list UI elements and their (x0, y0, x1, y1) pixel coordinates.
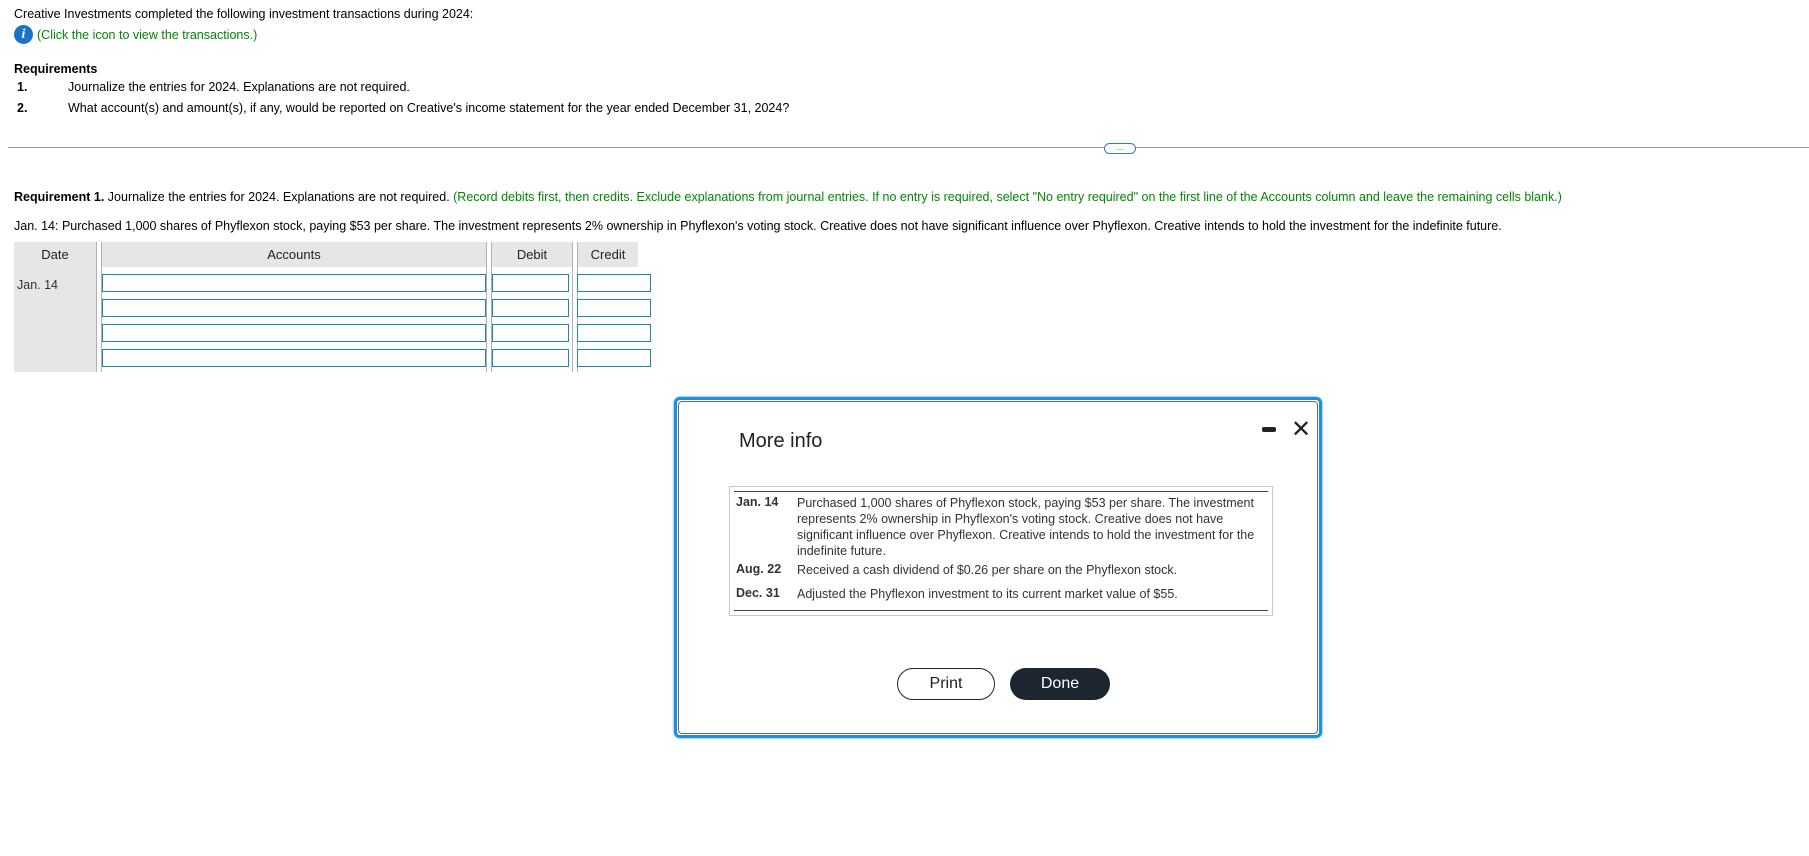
debit-input-4[interactable] (492, 349, 569, 367)
debit-input-1[interactable] (492, 274, 569, 292)
requirement-1-instructions: Requirement 1. Journalize the entries fo… (14, 190, 1562, 204)
account-input-3[interactable] (102, 324, 486, 342)
info-icon[interactable]: i (14, 25, 33, 44)
dialog-frame: More info ✕ Jan. 14 Purchased 1,000 shar… (678, 401, 1318, 734)
requirement-text-2: What account(s) and amount(s), if any, w… (68, 101, 790, 115)
done-button[interactable]: Done (1010, 668, 1110, 700)
transaction-date-2: Aug. 22 (736, 562, 782, 576)
requirement-1-hint: (Record debits first, then credits. Excl… (453, 190, 1562, 204)
credit-input-3[interactable] (577, 324, 651, 342)
section-divider (8, 147, 1809, 148)
transactions-table: Jan. 14 Purchased 1,000 shares of Phyfle… (729, 486, 1273, 616)
transaction-date-1: Jan. 14 (736, 495, 779, 509)
journal-entry-table: Date Accounts Debit Credit Jan. 14 (14, 242, 651, 372)
expand-toggle-button[interactable]: … (1104, 143, 1136, 154)
credit-input-1[interactable] (577, 274, 651, 292)
credit-input-4[interactable] (577, 349, 651, 367)
account-input-1[interactable] (102, 274, 486, 292)
debit-input-3[interactable] (492, 324, 569, 342)
info-row: i (Click the icon to view the transactio… (14, 25, 257, 44)
requirement-number-2: 2. (17, 101, 28, 115)
view-transactions-link[interactable]: (Click the icon to view the transactions… (37, 28, 257, 42)
transaction-text-1: Purchased 1,000 shares of Phyflexon stoc… (797, 496, 1255, 558)
requirement-1-label: Requirement 1. (14, 190, 105, 204)
debit-input-2[interactable] (492, 299, 569, 317)
requirement-text-1: Journalize the entries for 2024. Explana… (68, 80, 410, 94)
transaction-text-3: Adjusted the Phyflexon investment to its… (797, 587, 1178, 601)
intro-text: Creative Investments completed the follo… (14, 7, 474, 21)
close-icon[interactable]: ✕ (1291, 410, 1311, 450)
transaction-date-3: Dec. 31 (736, 586, 780, 600)
table-top-rule (734, 491, 1268, 492)
credit-column-header: Credit (578, 242, 638, 267)
requirement-number-1: 1. (17, 80, 28, 94)
transaction-description: Jan. 14: Purchased 1,000 shares of Phyfl… (14, 219, 1502, 233)
transaction-text-2: Received a cash dividend of $0.26 per sh… (797, 563, 1178, 577)
entry-date: Jan. 14 (17, 278, 59, 292)
date-column-header: Date (14, 242, 96, 267)
requirements-heading: Requirements (14, 62, 98, 76)
account-input-2[interactable] (102, 299, 486, 317)
account-input-4[interactable] (102, 349, 486, 367)
credit-input-2[interactable] (577, 299, 651, 317)
print-button[interactable]: Print (897, 668, 995, 700)
debit-column-header: Debit (492, 242, 572, 267)
table-bottom-rule (734, 610, 1268, 611)
requirement-1-text: Journalize the entries for 2024. Explana… (104, 190, 454, 204)
accounts-column-header: Accounts (102, 242, 486, 267)
minimize-icon[interactable] (1262, 427, 1276, 432)
more-info-dialog: More info ✕ Jan. 14 Purchased 1,000 shar… (674, 397, 1322, 738)
dialog-title: More info (739, 430, 823, 452)
